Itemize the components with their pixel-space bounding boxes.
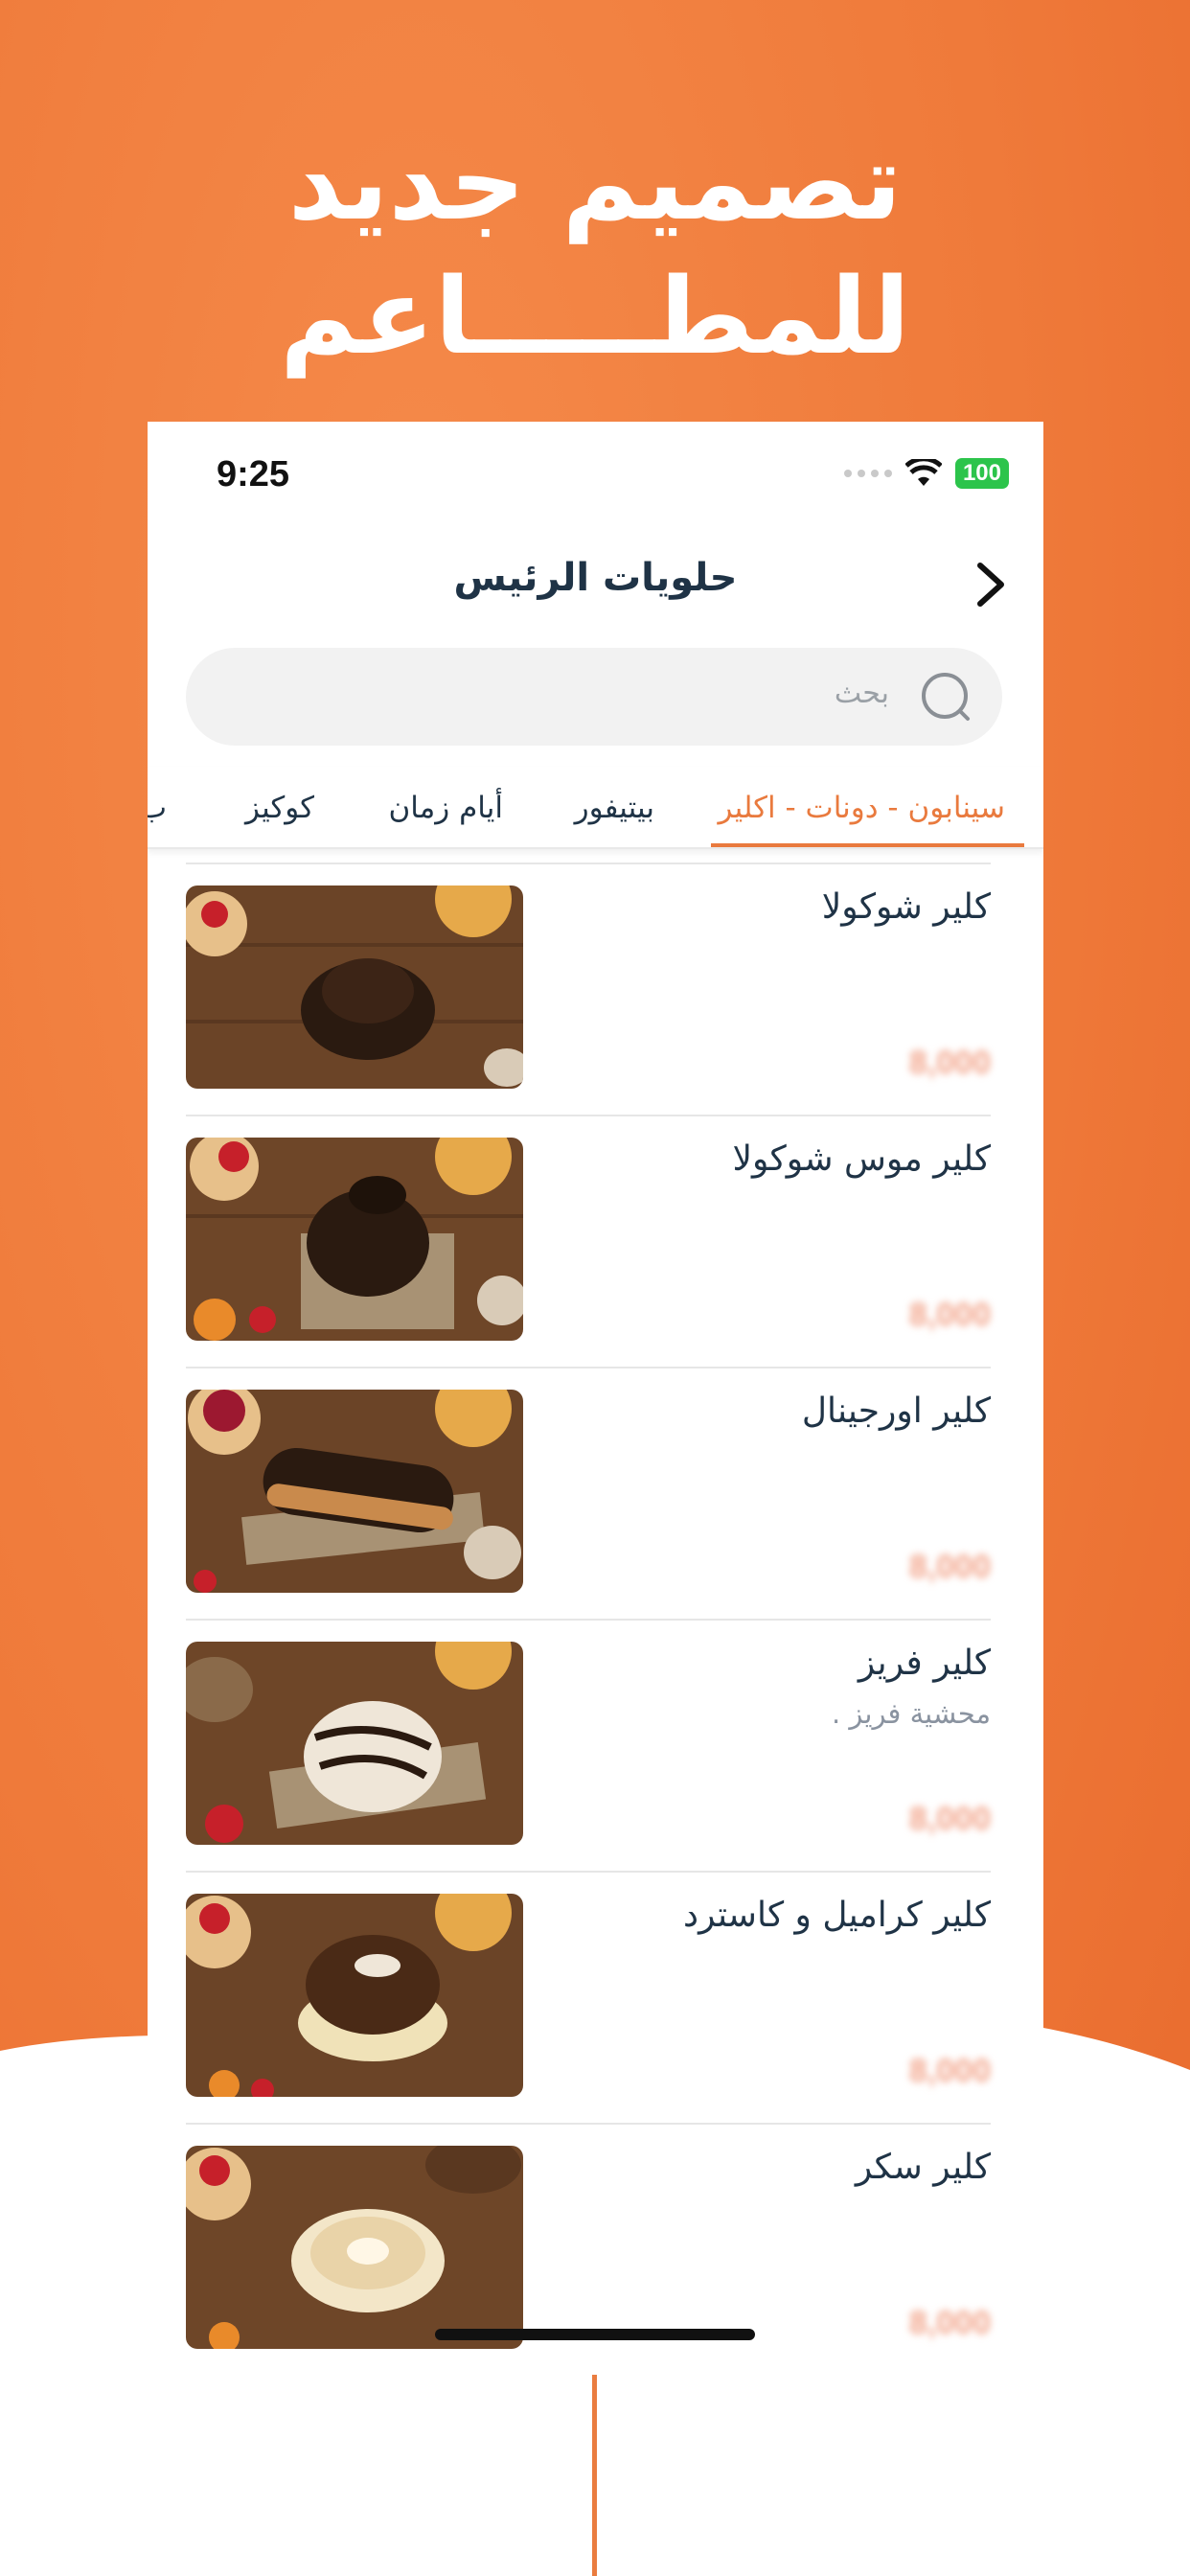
product-price: 8,000 — [908, 2305, 991, 2341]
wifi-icon — [904, 459, 942, 486]
headline-line-2: للمطـــــاعم — [280, 255, 910, 378]
tab-cookies[interactable]: كوكيز — [245, 767, 314, 847]
list-item[interactable]: كلير شوكولا 8,000 — [148, 862, 1043, 1115]
category-tabs: سينابون - دونات - اكلير بيتيفور أيام زما… — [148, 767, 1043, 849]
product-name: كلير فريز — [858, 1644, 991, 1683]
list-item[interactable]: كلير كراميل و كاسترد 8,000 — [148, 1871, 1043, 2123]
phone-screen: 9:25 100 حلويات الرئيس بحث سينابون - دون… — [148, 422, 1043, 2396]
product-price: 8,000 — [908, 1549, 991, 1585]
product-description: محشية فريز . — [831, 1697, 991, 1730]
product-image — [186, 1390, 523, 1593]
page-title: حلويات الرئيس — [453, 556, 738, 600]
chevron-right-icon[interactable] — [967, 556, 1015, 613]
product-name: كلير اورجينال — [801, 1392, 991, 1431]
status-indicators: 100 — [843, 458, 1009, 489]
product-name: كلير كراميل و كاسترد — [683, 1896, 991, 1935]
list-item[interactable]: كلير فريز محشية فريز . 8,000 — [148, 1619, 1043, 1871]
divider — [186, 1115, 991, 1116]
headline-line-1: تصميم جديد — [287, 121, 903, 243]
product-image — [186, 1138, 523, 1341]
tab-petit-four[interactable]: بيتيفور — [575, 767, 654, 847]
decorative-line — [592, 2375, 597, 2576]
product-name: كلير سكر — [855, 2148, 991, 2187]
divider — [186, 1619, 991, 1621]
search-icon — [922, 673, 970, 721]
search-input[interactable]: بحث — [835, 677, 889, 710]
product-price: 8,000 — [908, 2053, 991, 2089]
product-name: كلير موس شوكولا — [732, 1139, 991, 1179]
divider — [186, 1871, 991, 1873]
signal-dots-icon — [843, 470, 892, 477]
tab-cinnabon-donuts-eclair[interactable]: سينابون - دونات - اكلير — [719, 767, 1005, 847]
product-image — [186, 2146, 523, 2349]
product-price: 8,000 — [908, 1801, 991, 1837]
status-bar: 9:25 100 — [148, 422, 1043, 527]
status-time: 9:25 — [217, 454, 290, 494]
tab-partial[interactable]: ب — [148, 767, 167, 847]
active-tab-indicator — [711, 843, 1024, 847]
divider — [186, 2123, 991, 2125]
product-price: 8,000 — [908, 1045, 991, 1081]
product-name: كلير شوكولا — [821, 887, 991, 927]
product-image — [186, 886, 523, 1089]
list-item[interactable]: كلير اورجينال 8,000 — [148, 1367, 1043, 1619]
battery-icon: 100 — [954, 458, 1009, 489]
home-indicator[interactable] — [435, 2329, 755, 2340]
product-price: 8,000 — [908, 1297, 991, 1333]
list-item[interactable]: كلير موس شوكولا 8,000 — [148, 1115, 1043, 1367]
divider — [186, 1367, 991, 1368]
divider — [186, 862, 991, 864]
product-image — [186, 1894, 523, 2097]
tab-ayam-zaman[interactable]: أيام زمان — [388, 767, 503, 847]
search-bar[interactable]: بحث — [186, 648, 1002, 746]
product-image — [186, 1642, 523, 1845]
product-list: كلير شوكولا 8,000 كلير موس شوكولا 8,000 — [148, 862, 1043, 2375]
promo-headline: تصميم جديد للمطـــــاعم — [0, 115, 1190, 383]
